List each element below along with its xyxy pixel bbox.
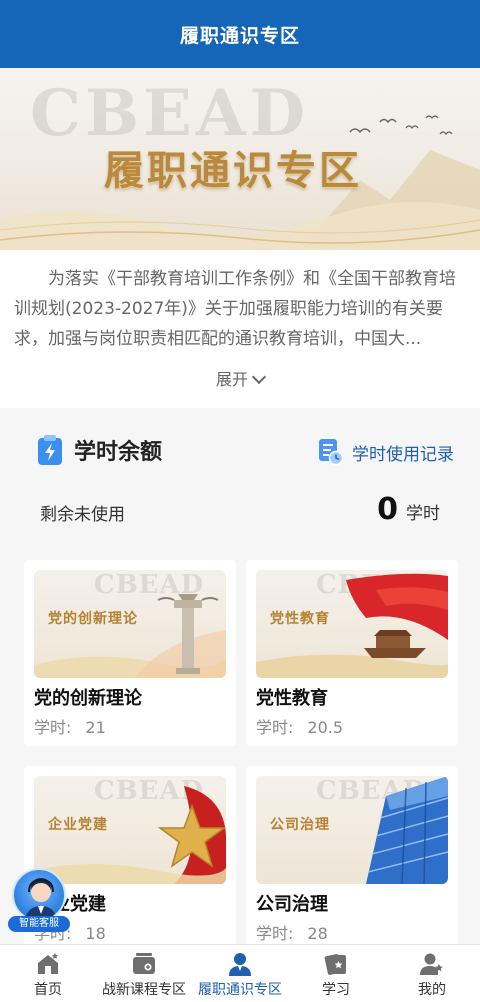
remaining-label: 剩余未使用 bbox=[40, 505, 125, 525]
course-hours: 学时: 20.5 bbox=[256, 714, 343, 738]
record-list-icon bbox=[319, 439, 344, 466]
thumbnail-label: 党性教育 bbox=[270, 611, 330, 627]
tab-label: 学习 bbox=[322, 982, 350, 998]
hours-value: 18 bbox=[85, 924, 106, 943]
thumbnail-label: 党的创新理论 bbox=[48, 611, 138, 627]
tab-strategic-courses[interactable]: 战新课程专区 bbox=[96, 945, 192, 1002]
clipboard-bolt-icon bbox=[38, 435, 62, 465]
hero-banner: CBEAD 履职通识专区 bbox=[0, 68, 480, 250]
hours-value: 20.5 bbox=[307, 718, 344, 737]
chevron-down-icon bbox=[251, 369, 267, 385]
remaining-value: 0 bbox=[377, 492, 398, 527]
balance-header: 学时余额 bbox=[36, 434, 162, 466]
thumbnail-label: 公司治理 bbox=[270, 817, 330, 833]
course-panel: 学时余额 学时使用记录 剩余未使用 0 学时 CBEAD 党的创新理论 党的创新… bbox=[0, 408, 480, 944]
course-card-innovation-theory[interactable]: CBEAD 党的创新理论 党的创新理论 学时: 21 bbox=[24, 560, 236, 746]
tab-general-knowledge[interactable]: 履职通识专区 bbox=[192, 945, 288, 1002]
user-icon bbox=[229, 953, 251, 976]
profile-icon bbox=[420, 953, 443, 975]
remaining-unit: 学时 bbox=[406, 504, 440, 524]
intro-text: 为落实《干部教育培训工作条例》和《全国干部教育培训规划(2023-2027年)》… bbox=[14, 269, 456, 349]
thumbnail-label: 企业党建 bbox=[48, 817, 108, 833]
customer-service-button[interactable]: 智能客服 bbox=[8, 868, 70, 932]
hours-value: 21 bbox=[85, 718, 106, 737]
remaining-hours: 0 学时 bbox=[377, 492, 440, 527]
course-thumbnail: CBEAD 党的创新理论 bbox=[34, 570, 226, 678]
course-card-corporate-governance[interactable]: CBEAD 公司治理 公司治理 学时: 28 bbox=[246, 766, 458, 944]
course-name: 党的创新理论 bbox=[34, 688, 142, 709]
course-card-party-spirit[interactable]: CBEAD 党性教育 党性教育 学时: 20.5 bbox=[246, 560, 458, 746]
book-icon bbox=[324, 954, 346, 975]
tab-label: 战新课程专区 bbox=[102, 982, 186, 998]
intro-section: 为落实《干部教育培训工作条例》和《全国干部教育培训规划(2023-2027年)》… bbox=[0, 250, 480, 408]
home-icon bbox=[38, 953, 58, 974]
course-thumbnail: CBEAD 公司治理 bbox=[256, 776, 448, 884]
course-name: 党性教育 bbox=[256, 688, 328, 709]
record-link-label: 学时使用记录 bbox=[352, 444, 454, 465]
tab-label: 履职通识专区 bbox=[198, 982, 282, 998]
hours-value: 28 bbox=[307, 924, 328, 943]
hours-label: 学时: bbox=[256, 924, 294, 943]
tab-label: 我的 bbox=[418, 982, 446, 998]
course-name: 公司治理 bbox=[256, 894, 328, 915]
hours-label: 学时: bbox=[34, 718, 72, 737]
bottom-tab-bar: 首页 战新课程专区 履职通识专区 学习 我的 bbox=[0, 944, 480, 1002]
tab-mine[interactable]: 我的 bbox=[384, 945, 480, 1002]
balance-title: 学时余额 bbox=[74, 440, 163, 465]
expand-label: 展开 bbox=[215, 370, 248, 389]
expand-button[interactable]: 展开 bbox=[0, 366, 480, 390]
customer-service-label: 智能客服 bbox=[8, 916, 70, 932]
top-nav-bar: 履职通识专区 bbox=[0, 0, 480, 68]
tab-home[interactable]: 首页 bbox=[0, 945, 96, 1002]
tab-label: 首页 bbox=[34, 982, 62, 998]
hours-record-link[interactable]: 学时使用记录 bbox=[318, 438, 454, 466]
tab-study[interactable]: 学习 bbox=[288, 945, 384, 1002]
course-thumbnail: CBEAD 党性教育 bbox=[256, 570, 448, 678]
customer-service-avatar-icon bbox=[12, 868, 66, 922]
course-hours: 学时: 21 bbox=[34, 714, 106, 738]
course-hours: 学时: 28 bbox=[256, 920, 328, 944]
tv-icon bbox=[133, 953, 155, 974]
banner-title: 履职通识专区 bbox=[104, 147, 362, 194]
page-title: 履职通识专区 bbox=[179, 24, 300, 47]
hours-label: 学时: bbox=[256, 718, 294, 737]
